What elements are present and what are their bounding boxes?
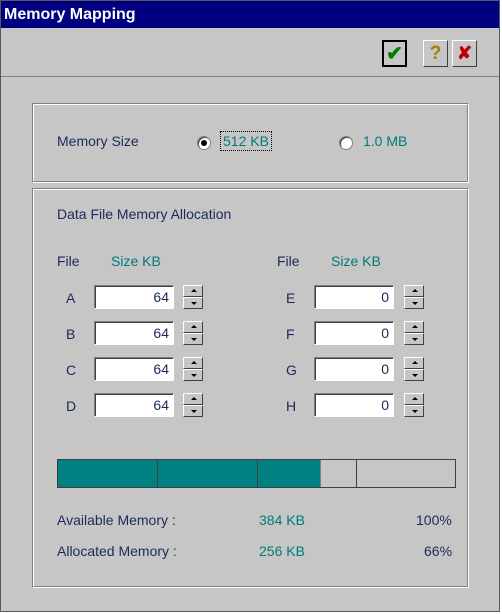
spin-down-button[interactable] [404, 369, 424, 381]
file-label: A [66, 290, 76, 306]
file-label: D [66, 398, 77, 414]
col-size-header-right: Size KB [331, 253, 381, 269]
spin-up-button[interactable] [183, 321, 203, 333]
allocated-memory-percent: 66% [424, 543, 453, 559]
toolbar: ✔ ? ✘ [1, 28, 499, 77]
size-input-h[interactable]: 0 [314, 393, 394, 417]
size-spinner-d[interactable] [183, 393, 203, 417]
size-input-g[interactable]: 0 [314, 357, 394, 381]
allocated-memory-value: 256 KB [259, 543, 305, 559]
size-spinner-h[interactable] [404, 393, 424, 417]
spin-up-button[interactable] [404, 285, 424, 297]
spin-up-button[interactable] [404, 357, 424, 369]
radio-1mb-indicator[interactable] [339, 136, 353, 150]
spin-up-button[interactable] [183, 357, 203, 369]
file-label: C [66, 362, 77, 378]
size-input-d[interactable]: 64 [94, 393, 174, 417]
checkmark-icon: ✔ [386, 43, 403, 65]
spin-up-button[interactable] [183, 285, 203, 297]
usage-fill-edge [320, 460, 321, 487]
memory-size-label: Memory Size [57, 133, 139, 149]
allocated-memory-label: Allocated Memory : [57, 543, 177, 559]
spin-down-button[interactable] [183, 405, 203, 417]
file-label: E [286, 290, 296, 306]
spin-up-button[interactable] [404, 393, 424, 405]
usage-bar-divider [157, 460, 158, 487]
size-input-c[interactable]: 64 [94, 357, 174, 381]
spin-down-button[interactable] [183, 333, 203, 345]
ok-button[interactable]: ✔ [382, 40, 407, 67]
spin-down-button[interactable] [183, 297, 203, 309]
usage-bar-divider [356, 460, 357, 487]
file-label: G [286, 362, 297, 378]
memory-mapping-window: Memory Mapping ✔ ? ✘ Memory Size 512 KB … [0, 0, 500, 612]
file-label: F [286, 326, 295, 342]
window-title: Memory Mapping [1, 1, 499, 28]
size-spinner-b[interactable] [183, 321, 203, 345]
size-spinner-f[interactable] [404, 321, 424, 345]
spin-down-button[interactable] [404, 405, 424, 417]
size-spinner-a[interactable] [183, 285, 203, 309]
radio-512kb-indicator[interactable] [197, 136, 211, 150]
file-label: H [286, 398, 297, 414]
memory-usage-fill [58, 460, 320, 487]
size-spinner-g[interactable] [404, 357, 424, 381]
available-memory-label: Available Memory : [57, 512, 176, 528]
memory-usage-bar [57, 459, 456, 488]
close-icon: ✘ [456, 43, 473, 63]
size-input-a[interactable]: 64 [94, 285, 174, 309]
col-file-header-right: File [277, 253, 300, 269]
spin-up-button[interactable] [404, 321, 424, 333]
cancel-button[interactable]: ✘ [452, 40, 477, 67]
size-input-b[interactable]: 64 [94, 321, 174, 345]
col-file-header-left: File [57, 253, 80, 269]
file-label: B [66, 326, 76, 342]
radio-1mb-label[interactable]: 1.0 MB [363, 133, 407, 149]
usage-bar-divider [257, 460, 258, 487]
allocation-group [32, 188, 469, 588]
allocation-title: Data File Memory Allocation [57, 206, 232, 222]
size-input-f[interactable]: 0 [314, 321, 394, 345]
size-spinner-c[interactable] [183, 357, 203, 381]
size-input-e[interactable]: 0 [314, 285, 394, 309]
available-memory-value: 384 KB [259, 512, 305, 528]
available-memory-percent: 100% [416, 512, 452, 528]
spin-down-button[interactable] [183, 369, 203, 381]
spin-up-button[interactable] [183, 393, 203, 405]
help-button[interactable]: ? [423, 40, 448, 67]
question-mark-icon: ? [429, 42, 442, 64]
spin-down-button[interactable] [404, 297, 424, 309]
radio-512kb-label[interactable]: 512 KB [220, 131, 272, 151]
size-spinner-e[interactable] [404, 285, 424, 309]
col-size-header-left: Size KB [111, 253, 161, 269]
spin-down-button[interactable] [404, 333, 424, 345]
